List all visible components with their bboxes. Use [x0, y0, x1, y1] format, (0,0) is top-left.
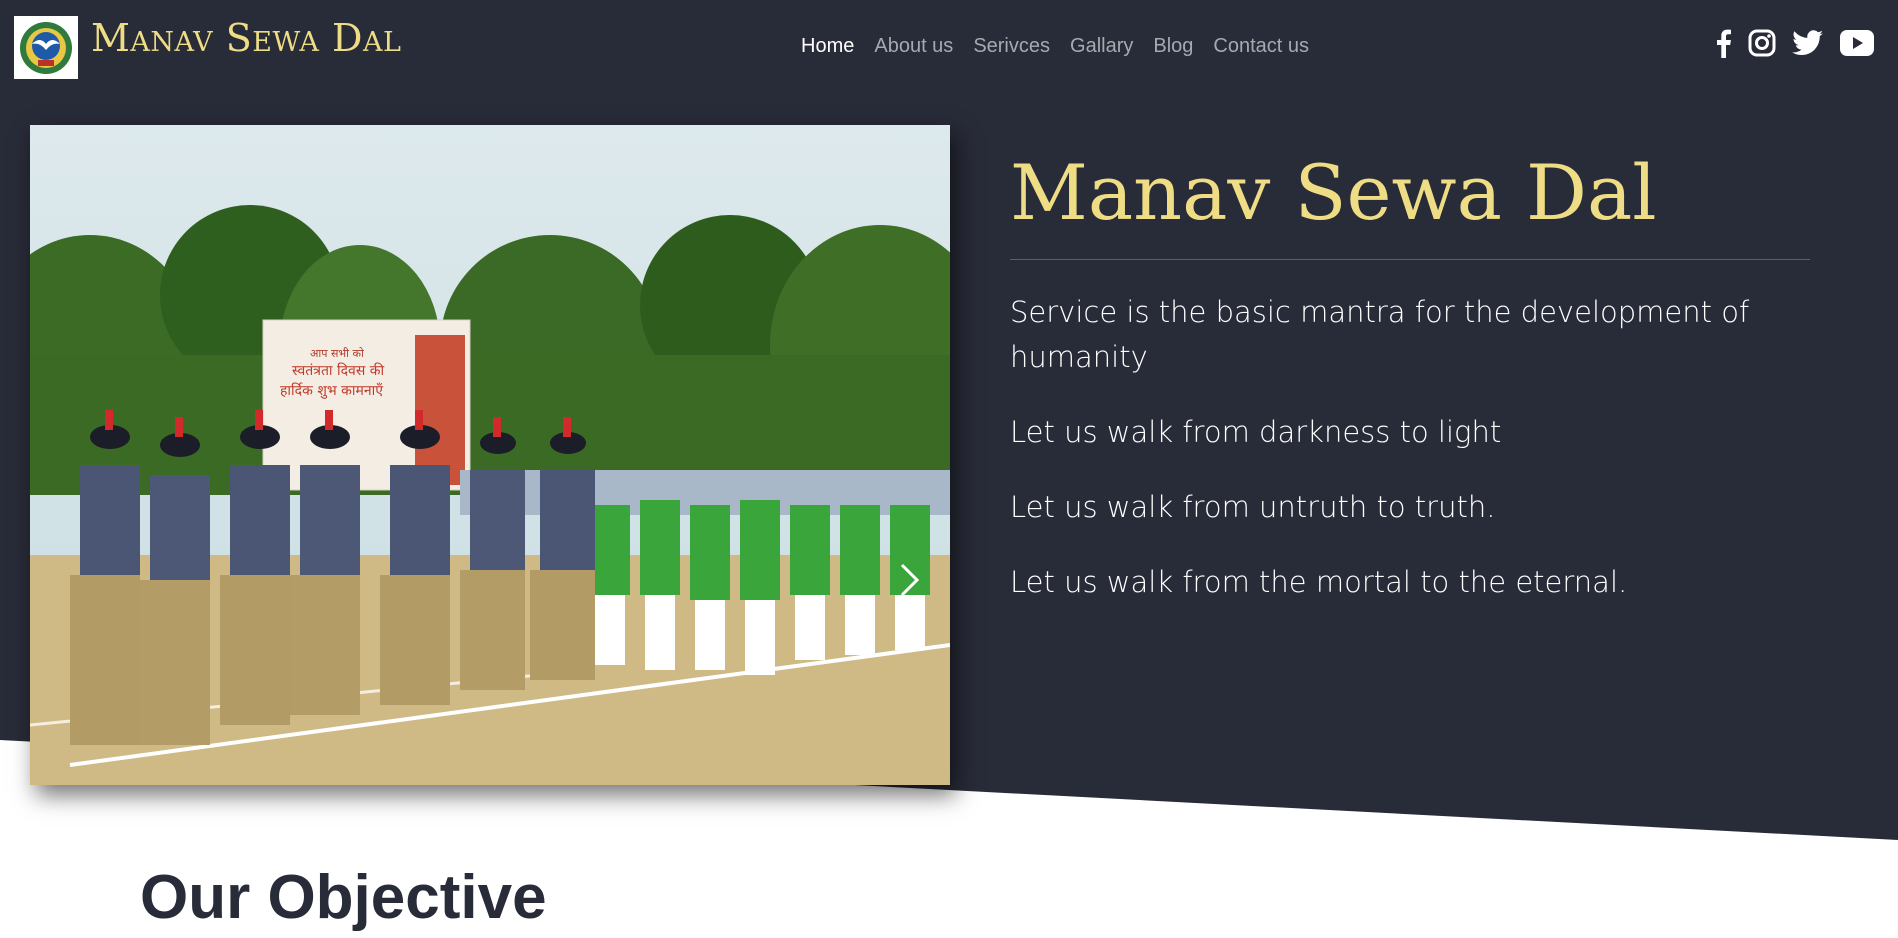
social-links — [1714, 28, 1874, 58]
nav-gallery[interactable]: Gallary — [1070, 35, 1133, 58]
site-logo[interactable] — [14, 16, 78, 79]
hero-quote-1: Service is the basic mantra for the deve… — [1010, 295, 1750, 374]
objective-heading: Our Objective — [140, 863, 547, 932]
banner-text-3: हार्दिक शुभ कामनाएँ — [280, 382, 383, 399]
nav-services[interactable]: Serivces — [973, 35, 1050, 58]
hero-quote-3: Let us walk from untruth to truth. — [1010, 490, 1496, 524]
hero-quote-4: Let us walk from the mortal to the etern… — [1010, 565, 1628, 599]
nav-home[interactable]: Home — [801, 35, 854, 58]
brand-name[interactable]: Manav Sewa Dal — [91, 16, 401, 60]
banner-text-1: आप सभी को — [310, 347, 364, 360]
youtube-icon[interactable] — [1840, 30, 1874, 56]
hero-title: Manav Sewa Dal — [1010, 148, 1657, 237]
emblem-icon — [20, 21, 72, 74]
nav-contact-us[interactable]: Contact us — [1213, 35, 1309, 58]
parade-photo: आप सभी को स्वतंत्रता दिवस की हार्दिक शुभ… — [30, 125, 950, 785]
carousel-next-button[interactable] — [890, 555, 930, 605]
main-nav: Home About us Serivces Gallary Blog Cont… — [801, 35, 1329, 58]
nav-about-us[interactable]: About us — [874, 35, 953, 58]
nav-blog[interactable]: Blog — [1153, 35, 1193, 58]
facebook-icon[interactable] — [1714, 28, 1732, 58]
banner-text-2: स्वतंत्रता दिवस की — [292, 362, 385, 379]
chevron-right-icon — [900, 563, 920, 597]
instagram-icon[interactable] — [1748, 29, 1776, 57]
hero-quote-2: Let us walk from darkness to light — [1010, 415, 1502, 449]
image-carousel: आप सभी को स्वतंत्रता दिवस की हार्दिक शुभ… — [30, 125, 950, 785]
twitter-icon[interactable] — [1792, 30, 1824, 56]
hero-divider — [1010, 259, 1810, 260]
